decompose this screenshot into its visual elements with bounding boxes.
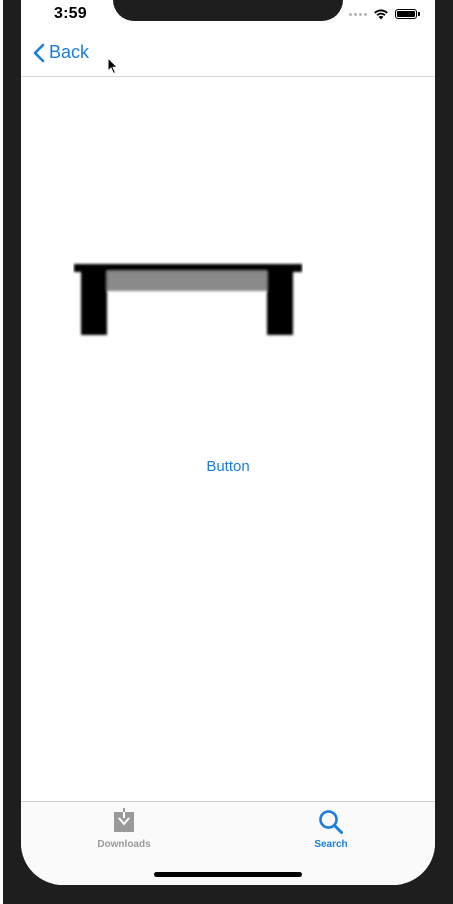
mouse-cursor-icon	[107, 57, 119, 75]
download-icon	[114, 808, 134, 832]
battery-icon	[395, 9, 420, 19]
home-indicator	[154, 872, 302, 877]
back-button[interactable]: Back	[33, 42, 89, 63]
cellular-signal-icon	[349, 12, 367, 16]
wifi-icon	[374, 9, 388, 20]
tab-search[interactable]: Search	[271, 808, 391, 850]
notch	[113, 0, 343, 21]
tab-downloads-label: Downloads	[97, 839, 151, 850]
status-icons	[349, 7, 420, 21]
chevron-left-icon	[33, 43, 45, 62]
screen: 3:59 Back Button Downloads Search	[21, 0, 435, 885]
tab-downloads[interactable]: Downloads	[64, 808, 184, 850]
table-icon	[74, 264, 302, 335]
status-time: 3:59	[54, 5, 87, 22]
tab-search-label: Search	[314, 839, 348, 850]
back-label: Back	[49, 42, 90, 62]
navigation-bar: Back	[21, 32, 435, 77]
search-icon	[319, 810, 343, 834]
main-button[interactable]: Button	[21, 458, 435, 475]
device-edge	[0, 0, 3, 904]
device-frame: 3:59 Back Button Downloads Search	[0, 0, 453, 904]
